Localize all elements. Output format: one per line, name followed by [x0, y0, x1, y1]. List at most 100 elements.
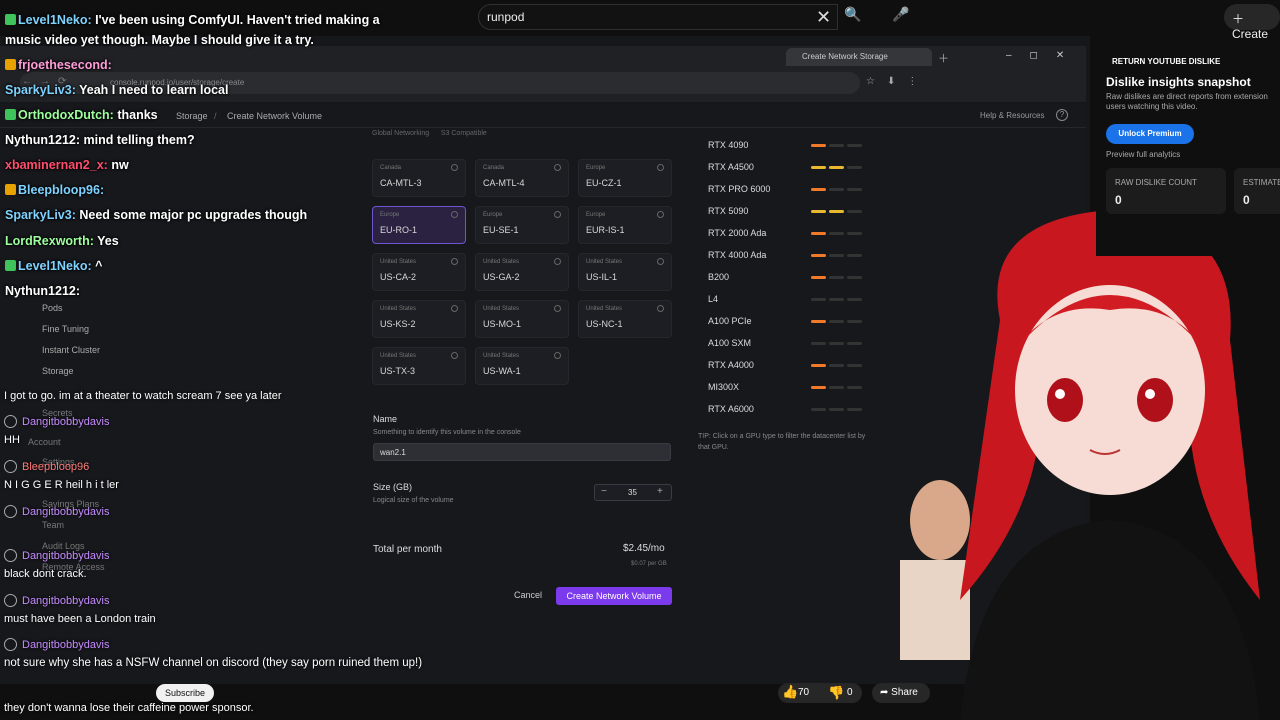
chat-author: Dangitbobbydavis [2, 505, 109, 518]
size-input[interactable]: 35 [628, 488, 637, 497]
new-tab-icon[interactable]: ＋ [938, 50, 949, 66]
availability-bar [829, 386, 844, 389]
browser-toolbar-icons[interactable]: ☆⬇⋮ [866, 76, 929, 87]
search-input[interactable]: runpod [478, 4, 838, 30]
create-network-volume-button[interactable]: Create Network Volume [556, 587, 672, 605]
datacenter-card[interactable]: Europe EU-CZ-1 [578, 159, 672, 197]
help-link[interactable]: Help & Resources [980, 111, 1044, 120]
gpu-type-item[interactable]: RTX A6000 [708, 404, 754, 414]
cancel-button[interactable]: Cancel [510, 587, 546, 604]
availability-bar [847, 210, 862, 213]
minus-icon[interactable]: − [601, 486, 607, 497]
gpu-type-item[interactable]: A100 PCIe [708, 316, 752, 326]
help-icon[interactable]: ? [1056, 109, 1068, 121]
gpu-type-item[interactable]: RTX 4000 Ada [708, 250, 766, 260]
datacenter-card[interactable]: United States US-IL-1 [578, 253, 672, 291]
avatar [4, 505, 17, 518]
datacenter-region: United States [586, 306, 623, 312]
gpu-type-item[interactable]: RTX A4500 [708, 162, 754, 172]
avatar [4, 415, 17, 428]
chat-message: SparkyLiv3: Yeah I need to learn local [5, 83, 228, 97]
chat-message: frjoethesecond: [5, 58, 112, 72]
thumbs-up-icon[interactable]: 👍 [782, 684, 798, 700]
datacenter-code: US-NC-1 [586, 319, 623, 329]
plus-icon[interactable]: + [657, 486, 663, 497]
chat-username: Dangitbobbydavis [22, 506, 110, 518]
thumbs-down-icon[interactable]: 👎 [828, 685, 844, 701]
share-button[interactable]: ➦ Share [872, 683, 930, 703]
chat-text: HH [4, 434, 20, 446]
availability-bar [829, 364, 844, 367]
subscribe-button[interactable]: Subscribe [156, 684, 214, 702]
gpu-type-item[interactable]: B200 [708, 272, 729, 282]
chat-username: Nythun1212: [5, 284, 81, 298]
availability-bar [811, 144, 826, 147]
microphone-icon[interactable]: 🎤 [892, 6, 909, 23]
chat-message: Level1Neko: ^ [5, 259, 102, 273]
unlock-premium-button[interactable]: Unlock Premium [1106, 124, 1194, 144]
chat-message: LordRexworth: Yes [5, 234, 119, 248]
gpu-type-item[interactable]: RTX A4000 [708, 360, 754, 370]
chat-author: Dangitbobbydavis [2, 415, 109, 428]
chat-text: I've been using ComfyUI. Haven't tried m… [95, 13, 380, 27]
radio-icon [554, 211, 561, 218]
datacenter-card[interactable]: Europe EUR-IS-1 [578, 206, 672, 244]
gpu-type-item[interactable]: RTX PRO 6000 [708, 184, 770, 194]
datacenter-card[interactable]: United States US-MO-1 [475, 300, 569, 338]
availability-bar [847, 320, 862, 323]
chat-text: black dont crack. [4, 568, 87, 580]
chat-author: Bleepbloop96 [2, 460, 89, 473]
avatar [4, 638, 17, 651]
datacenter-region: United States [483, 306, 520, 312]
datacenter-code: EU-SE-1 [483, 225, 519, 235]
radio-icon [554, 305, 561, 312]
close-icon[interactable]: ✕ [816, 7, 831, 28]
chat-username: frjoethesecond: [18, 58, 112, 72]
preview-analytics-link[interactable]: Preview full analytics [1106, 150, 1180, 159]
datacenter-card[interactable]: United States US-NC-1 [578, 300, 672, 338]
availability-bar [829, 254, 844, 257]
radio-icon [554, 352, 561, 359]
total-value: $2.45/mo [623, 543, 665, 554]
share-label: Share [891, 687, 918, 698]
chat-text: music video yet though. Maybe I should g… [5, 33, 314, 47]
chat-username: Level1Neko: [18, 259, 92, 273]
extension-heading: Dislike insights snapshot [1106, 75, 1251, 89]
chat-badge-icon [5, 14, 16, 25]
window-controls[interactable]: –◻✕ [1006, 50, 1082, 61]
datacenter-card[interactable]: Europe EU-SE-1 [475, 206, 569, 244]
per-gb-price: $0.07 per GB [631, 561, 667, 567]
search-icon[interactable]: 🔍 [844, 6, 870, 28]
gpu-type-item[interactable]: RTX 2000 Ada [708, 228, 766, 238]
chat-username: Dangitbobbydavis [22, 550, 110, 562]
radio-icon [657, 211, 664, 218]
datacenter-card[interactable]: United States US-WA-1 [475, 347, 569, 385]
radio-icon [657, 305, 664, 312]
gpu-type-item[interactable]: MI300X [708, 382, 739, 392]
chat-message: Level1Neko: I've been using ComfyUI. Hav… [5, 13, 380, 27]
overlay-message: not sure why she has a NSFW channel on d… [4, 657, 423, 669]
datacenter-card[interactable]: United States US-GA-2 [475, 253, 569, 291]
gpu-type-item[interactable]: L4 [708, 294, 718, 304]
availability-bar [847, 342, 862, 345]
availability-bar [811, 386, 826, 389]
availability-bar [847, 386, 862, 389]
datacenter-region: United States [586, 259, 623, 265]
avatar [4, 460, 17, 473]
chat-message: SparkyLiv3: Need some major pc upgrades … [5, 208, 307, 222]
radio-icon [554, 258, 561, 265]
create-label: Create [1232, 27, 1269, 41]
radio-icon [554, 164, 561, 171]
gpu-type-item[interactable]: A100 SXM [708, 338, 751, 348]
create-button[interactable]: ＋ Create [1224, 4, 1280, 41]
gpu-type-item[interactable]: RTX 5090 [708, 206, 748, 216]
datacenter-card[interactable]: Canada CA-MTL-4 [475, 159, 569, 197]
chat-text: nw [111, 158, 129, 172]
estimate-value: 0 [1243, 193, 1250, 207]
chat-username: xbaminernan2_x: [5, 158, 108, 172]
browser-tab[interactable]: Create Network Storage [786, 48, 932, 66]
availability-bar [829, 188, 844, 191]
chat-text: mind telling them? [83, 133, 195, 147]
gpu-type-item[interactable]: RTX 4090 [708, 140, 748, 150]
chat-username: SparkyLiv3: [5, 83, 76, 97]
